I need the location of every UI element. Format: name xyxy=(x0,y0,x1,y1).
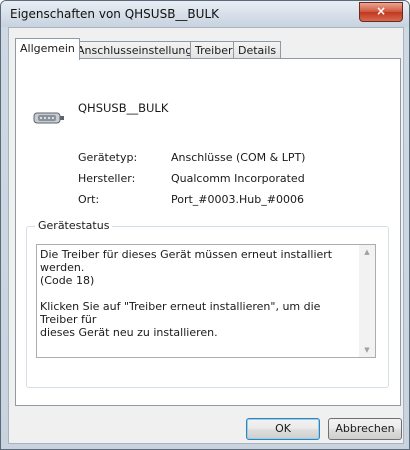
device-name: QHSUSB__BULK xyxy=(78,101,169,115)
scroll-down-icon[interactable]: ▼ xyxy=(359,346,375,354)
location-value: Port_#0003.Hub_#0006 xyxy=(171,193,304,206)
device-type-label: Gerätetyp: xyxy=(78,151,138,164)
ok-button[interactable]: OK xyxy=(246,418,320,440)
cancel-button[interactable]: Abbrechen xyxy=(328,418,402,440)
tab-treiber[interactable]: Treiber xyxy=(190,41,238,59)
tab-panel-allgemein: QHSUSB__BULK Gerätetyp: Anschlüsse (COM … xyxy=(15,58,401,406)
device-status-legend: Gerätestatus xyxy=(35,219,113,232)
manufacturer-label: Hersteller: xyxy=(78,172,136,185)
close-icon: × xyxy=(375,4,387,18)
dialog-body: Allgemein Anschlusseinstellungen Treiber… xyxy=(8,27,404,444)
status-line: Die Treiber für dieses Gerät müssen erne… xyxy=(40,248,333,274)
window-title: Eigenschaften von QHSUSB__BULK xyxy=(10,7,220,21)
location-label: Ort: xyxy=(78,193,100,206)
serial-port-icon xyxy=(33,112,64,124)
manufacturer-value: Qualcomm Incorporated xyxy=(171,172,305,185)
status-line: dieses Gerät neu zu installieren. xyxy=(40,326,218,339)
device-status-textbox[interactable]: Die Treiber für dieses Gerät müssen erne… xyxy=(36,244,376,358)
scroll-up-icon[interactable]: ▲ xyxy=(359,248,375,256)
title-bar[interactable]: Eigenschaften von QHSUSB__BULK × xyxy=(1,1,409,27)
properties-window: Eigenschaften von QHSUSB__BULK × Allgeme… xyxy=(0,0,410,450)
status-line: Klicken Sie auf "Treiber erneut installi… xyxy=(40,300,321,326)
device-status-text: Die Treiber für dieses Gerät müssen erne… xyxy=(40,248,356,339)
tab-allgemein[interactable]: Allgemein xyxy=(15,38,80,60)
close-button[interactable]: × xyxy=(359,2,403,22)
device-type-value: Anschlüsse (COM & LPT) xyxy=(171,151,306,164)
vertical-scrollbar[interactable]: ▲ ▼ xyxy=(359,245,375,357)
status-line: (Code 18) xyxy=(40,274,95,287)
tab-details[interactable]: Details xyxy=(233,41,282,59)
